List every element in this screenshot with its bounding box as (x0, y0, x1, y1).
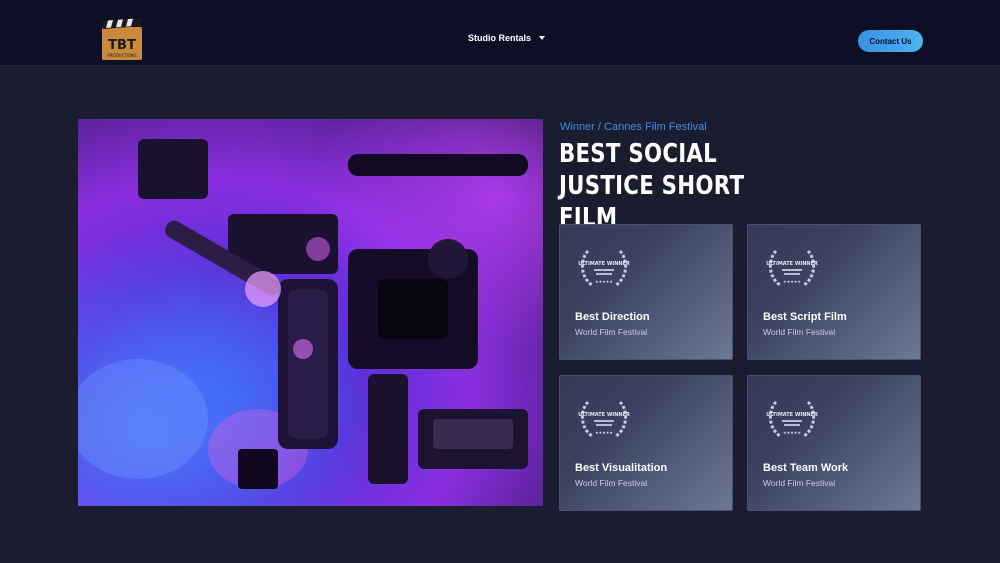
award-festival: World Film Festival (575, 478, 648, 488)
laurel-wreath-icon: ULTIMATE WINNER ★★★★★ (766, 249, 818, 287)
logo-subtext: PRODUCTIONS (107, 53, 137, 58)
award-card[interactable]: ULTIMATE WINNER ★★★★★ Best Team Work Wor… (747, 375, 921, 511)
award-festival: World Film Festival (763, 478, 836, 488)
award-cards: ULTIMATE WINNER ★★★★★ Best Direction Wor… (559, 224, 921, 511)
hero-camera-photo (78, 119, 543, 506)
award-festival: World Film Festival (763, 327, 836, 337)
award-card[interactable]: ULTIMATE WINNER ★★★★★ Best Visualitation… (559, 375, 733, 511)
site-header: TBT PRODUCTIONS Studio Rentals Contact U… (0, 0, 1000, 66)
chevron-down-icon (539, 36, 546, 40)
laurel-wreath-icon: ULTIMATE WINNER ★★★★★ (766, 400, 818, 438)
logo-text: TBT (108, 38, 136, 53)
svg-text:★★★★★: ★★★★★ (595, 430, 613, 435)
nav-studio-rentals[interactable]: Studio Rentals (468, 33, 546, 43)
svg-text:★★★★★: ★★★★★ (783, 430, 801, 435)
laurel-wreath-icon: ULTIMATE WINNER ★★★★★ (578, 249, 630, 287)
award-badge-text: ULTIMATE WINNER (766, 261, 818, 267)
award-festival: World Film Festival (575, 327, 648, 337)
award-badge-text: ULTIMATE WINNER (578, 261, 630, 267)
award-title: Best Team Work (763, 462, 849, 474)
svg-text:★★★★★: ★★★★★ (783, 279, 801, 284)
nav-studio-rentals-label: Studio Rentals (468, 33, 532, 43)
contact-us-button[interactable]: Contact Us (858, 30, 923, 52)
award-badge-text: ULTIMATE WINNER (578, 412, 630, 418)
award-badge-text: ULTIMATE WINNER (766, 412, 818, 418)
award-card[interactable]: ULTIMATE WINNER ★★★★★ Best Direction Wor… (559, 224, 733, 360)
award-title: Best Script Film (763, 311, 847, 323)
clapperboard-logo-icon[interactable]: TBT PRODUCTIONS (100, 18, 144, 62)
award-card[interactable]: ULTIMATE WINNER ★★★★★ Best Script Film W… (747, 224, 921, 360)
award-title: Best Visualitation (575, 462, 668, 474)
page-title: BEST SOCIAL JUSTICE SHORT FILM (559, 139, 745, 233)
award-title: Best Direction (575, 311, 650, 323)
svg-text:★★★★★: ★★★★★ (595, 279, 613, 284)
award-subtitle: Winner / Cannes Film Festival (560, 121, 707, 133)
laurel-wreath-icon: ULTIMATE WINNER ★★★★★ (578, 400, 630, 438)
